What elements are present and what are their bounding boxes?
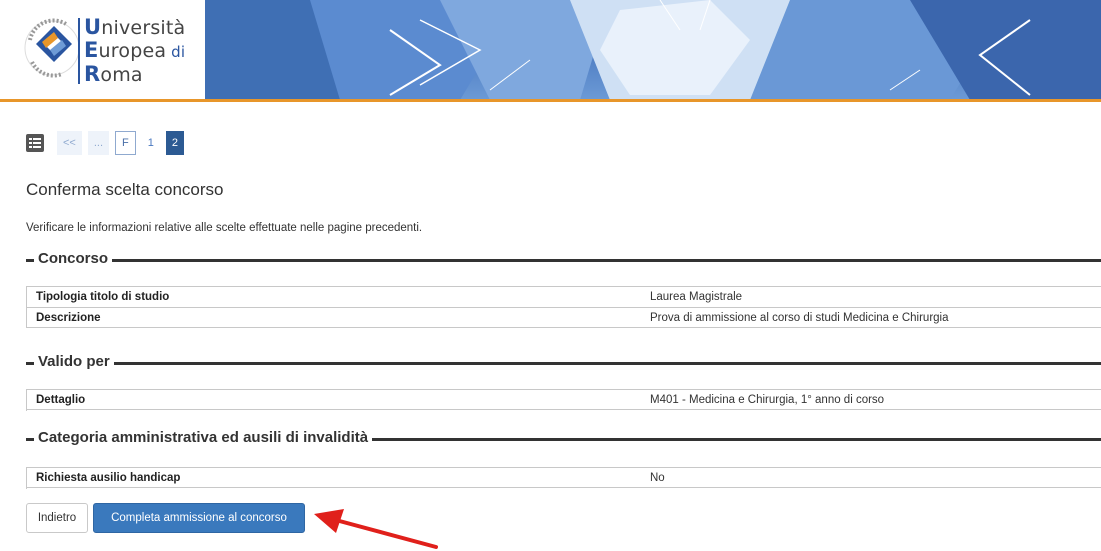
logo-word: oma bbox=[100, 64, 143, 86]
logo-divider bbox=[78, 18, 80, 84]
row-label: Tipologia titolo di studio bbox=[36, 291, 170, 303]
page-intro: Verificare le informazioni relative alle… bbox=[26, 222, 423, 234]
logo-line-europea: Europea di bbox=[84, 39, 185, 63]
university-seal-icon bbox=[24, 18, 80, 78]
row-value: No bbox=[650, 472, 665, 484]
row-value: Laurea Magistrale bbox=[650, 291, 743, 303]
section-categoria-amministrativa: Categoria amministrativa ed ausili di in… bbox=[26, 428, 1101, 490]
back-button[interactable]: Indietro bbox=[26, 503, 88, 533]
header-accent-bar bbox=[0, 99, 1101, 102]
red-arrow-annotation-icon bbox=[314, 509, 438, 549]
row-label: Descrizione bbox=[36, 312, 101, 324]
row-value: M401 - Medicina e Chirurgia, 1° anno di … bbox=[650, 394, 885, 406]
page-2-current: 2 bbox=[165, 131, 185, 155]
row-value: Prova di ammissione al corso di studi Me… bbox=[650, 312, 949, 324]
logo-line-roma: Roma bbox=[84, 63, 185, 86]
logo-word: uropea bbox=[98, 40, 167, 62]
logo-initial: E bbox=[84, 38, 99, 62]
table-row: Richiesta ausilio handicap No bbox=[26, 467, 1101, 488]
table-row: Dettaglio M401 - Medicina e Chirurgia, 1… bbox=[26, 389, 1101, 410]
page-f-button[interactable]: F bbox=[115, 131, 136, 155]
logo-initial: R bbox=[84, 62, 101, 86]
section-valido-per: Valido per Dettaglio M401 - Medicina e C… bbox=[26, 352, 1101, 412]
table-row: Descrizione Prova di ammissione al corso… bbox=[26, 307, 1101, 328]
section-legend: Categoria amministrativa ed ausili di in… bbox=[36, 428, 371, 448]
page-1-button[interactable]: 1 bbox=[142, 131, 160, 155]
logo-initial: U bbox=[84, 15, 102, 39]
complete-admission-button[interactable]: Completa ammissione al concorso bbox=[93, 503, 305, 533]
section-legend: Valido per bbox=[36, 352, 112, 372]
row-label: Dettaglio bbox=[36, 394, 86, 406]
page-ellipsis: ... bbox=[87, 131, 110, 155]
page-title: Conferma scelta concorso bbox=[26, 180, 224, 199]
section-concorso: Concorso Tipologia titolo di studio Laur… bbox=[26, 249, 1101, 335]
logo-suffix: di bbox=[166, 43, 186, 61]
list-icon[interactable] bbox=[26, 134, 44, 152]
wizard-pagination: << ... F 1 2 bbox=[26, 130, 190, 156]
header-banner-image bbox=[190, 0, 1101, 100]
section-legend: Concorso bbox=[36, 249, 111, 269]
logo-wordmark: Università Europea di Roma bbox=[84, 16, 185, 86]
site-header: Università Europea di Roma bbox=[0, 0, 1101, 102]
row-label: Richiesta ausilio handicap bbox=[36, 472, 181, 484]
university-logo[interactable]: Università Europea di Roma bbox=[0, 0, 205, 99]
logo-word: niversità bbox=[101, 17, 186, 39]
page-first-button[interactable]: << bbox=[57, 131, 82, 155]
table-row: Tipologia titolo di studio Laurea Magist… bbox=[26, 286, 1101, 307]
logo-line-universita: Università bbox=[84, 16, 185, 39]
